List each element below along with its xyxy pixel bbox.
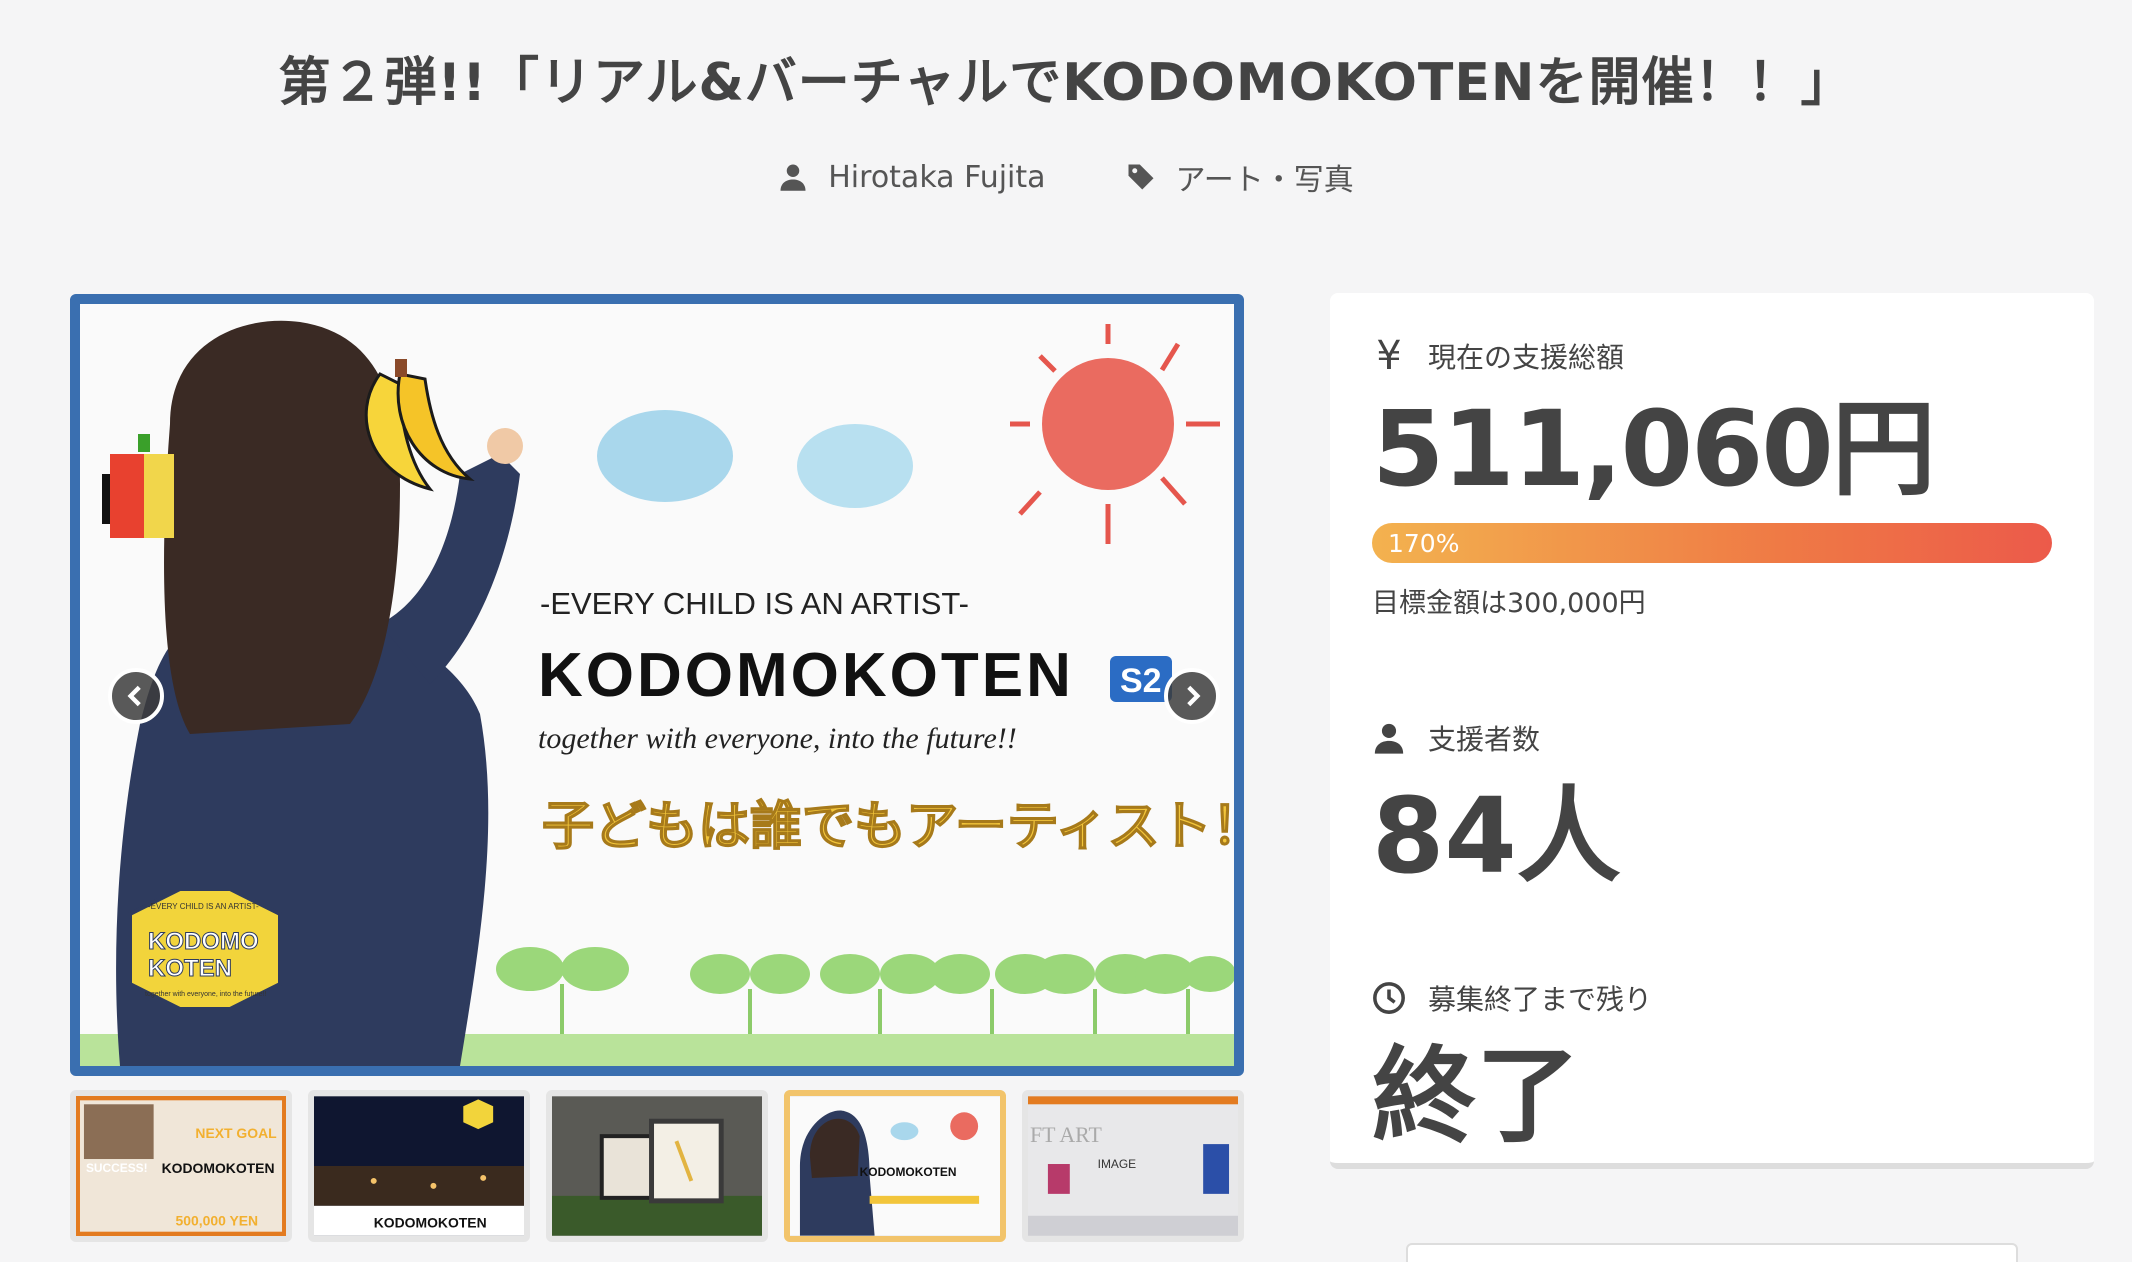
project-meta: Hirotaka Fujita アート・写真 xyxy=(0,155,2132,199)
slider-next-button[interactable] xyxy=(1164,668,1220,724)
goal-text: 目標金額は300,000円 xyxy=(1372,588,1646,619)
svg-text:KOTEN: KOTEN xyxy=(148,955,232,982)
season-badge: S2 xyxy=(1110,656,1172,702)
hero-image: -EVERY CHILD IS AN ARTIST- KODOMOKOTEN S… xyxy=(80,304,1234,1066)
thumbnail-image: NEXT GOAL SUCCESS! KODOMOKOTEN 500,000 Y… xyxy=(76,1096,286,1236)
progress-label: 170% xyxy=(1388,529,1460,558)
project-page: 第２弾!!「リアル&バーチャルでKODOMOKOTENを開催！！」 Hirota… xyxy=(0,0,2132,1262)
funding-stats-card: ¥ 現在の支援総額 511,060円 170% 目標金額は300,000円 支援… xyxy=(1330,293,2094,1169)
thumbnail-virtual-gallery[interactable]: FT ART IMAGE xyxy=(1022,1090,1244,1242)
cloud-drawing xyxy=(597,410,733,502)
raised-label: 現在の支援総額 xyxy=(1428,341,1625,374)
hero-subtitle: together with everyone, into the future!… xyxy=(538,722,1017,755)
support-box-partial xyxy=(1406,1243,2018,1262)
svg-text:FT ART: FT ART xyxy=(1030,1122,1102,1147)
category-name: アート・写真 xyxy=(1175,163,1354,198)
hero-brand: KODOMOKOTEN xyxy=(538,641,1074,710)
backers-label: 支援者数 xyxy=(1428,723,1541,756)
svg-text:KODOMOKOTEN: KODOMOKOTEN xyxy=(860,1165,957,1179)
hex-logo: -EVERY CHILD IS AN ARTIST- KODOMO KOTEN … xyxy=(128,887,282,1011)
slider-prev-button[interactable] xyxy=(108,668,164,724)
backers-count: 84人 xyxy=(1372,775,1621,897)
image-slider[interactable]: -EVERY CHILD IS AN ARTIST- KODOMOKOTEN S… xyxy=(70,294,1244,1076)
thumbnail-frames[interactable] xyxy=(546,1090,768,1242)
svg-text:IMAGE: IMAGE xyxy=(1098,1157,1137,1171)
thumbnail-success[interactable]: NEXT GOAL SUCCESS! KODOMOKOTEN 500,000 Y… xyxy=(70,1090,292,1242)
svg-text:together with everyone, into t: together with everyone, into the future!… xyxy=(145,991,266,998)
remaining-section: 募集終了まで残り 終了 xyxy=(1372,978,2052,1148)
cloud-drawing xyxy=(797,424,913,508)
raised-amount: 511,060円 xyxy=(1372,388,1936,510)
chevron-left-icon xyxy=(127,685,141,707)
chevron-right-icon xyxy=(1187,685,1201,707)
svg-text:NEXT GOAL: NEXT GOAL xyxy=(195,1125,277,1141)
svg-text:S2: S2 xyxy=(1120,662,1162,700)
hero-tagline: -EVERY CHILD IS AN ARTIST- xyxy=(540,586,969,621)
svg-text:-EVERY CHILD IS AN ARTIST-: -EVERY CHILD IS AN ARTIST- xyxy=(148,902,259,911)
svg-text:KODOMO: KODOMO xyxy=(148,928,259,955)
svg-text:500,000 YEN: 500,000 YEN xyxy=(176,1213,259,1229)
svg-text:KODOMOKOTEN: KODOMOKOTEN xyxy=(374,1215,487,1231)
thumbnail-hero[interactable]: KODOMOKOTEN xyxy=(784,1090,1006,1242)
author-link[interactable]: Hirotaka Fujita xyxy=(778,155,1046,199)
category-link[interactable]: アート・写真 xyxy=(1126,155,1354,199)
page-title: 第２弾!!「リアル&バーチャルでKODOMOKOTENを開催！！」 xyxy=(278,53,1854,113)
hero-catchphrase: 子どもは誰でもアーティスト！ xyxy=(542,797,1234,857)
thumbnail-strip: NEXT GOAL SUCCESS! KODOMOKOTEN 500,000 Y… xyxy=(70,1090,1244,1242)
thumbnail-image: KODOMOKOTEN xyxy=(790,1096,1000,1236)
tag-icon xyxy=(1128,164,1154,190)
remaining-label: 募集終了まで残り xyxy=(1428,983,1653,1016)
author-name: Hirotaka Fujita xyxy=(828,159,1046,195)
svg-text:SUCCESS!: SUCCESS! xyxy=(86,1161,148,1175)
yen-icon: ¥ xyxy=(1376,333,1402,379)
thumbnail-night-view[interactable]: KODOMOKOTEN xyxy=(308,1090,530,1242)
progress-bar: 170% xyxy=(1372,523,2052,563)
remaining-value: 終了 xyxy=(1372,1035,1581,1157)
raised-section: ¥ 現在の支援総額 511,060円 170% 目標金額は300,000円 xyxy=(1372,333,2052,620)
user-icon xyxy=(780,164,806,191)
svg-text:KODOMOKOTEN: KODOMOKOTEN xyxy=(162,1160,275,1176)
user-icon xyxy=(1374,723,1404,754)
backers-section: 支援者数 84人 xyxy=(1372,718,2052,888)
thumbnail-image: FT ART IMAGE xyxy=(1028,1096,1238,1236)
thumbnail-image xyxy=(552,1096,762,1236)
clock-icon xyxy=(1373,982,1405,1014)
thumbnail-image: KODOMOKOTEN xyxy=(314,1096,524,1236)
